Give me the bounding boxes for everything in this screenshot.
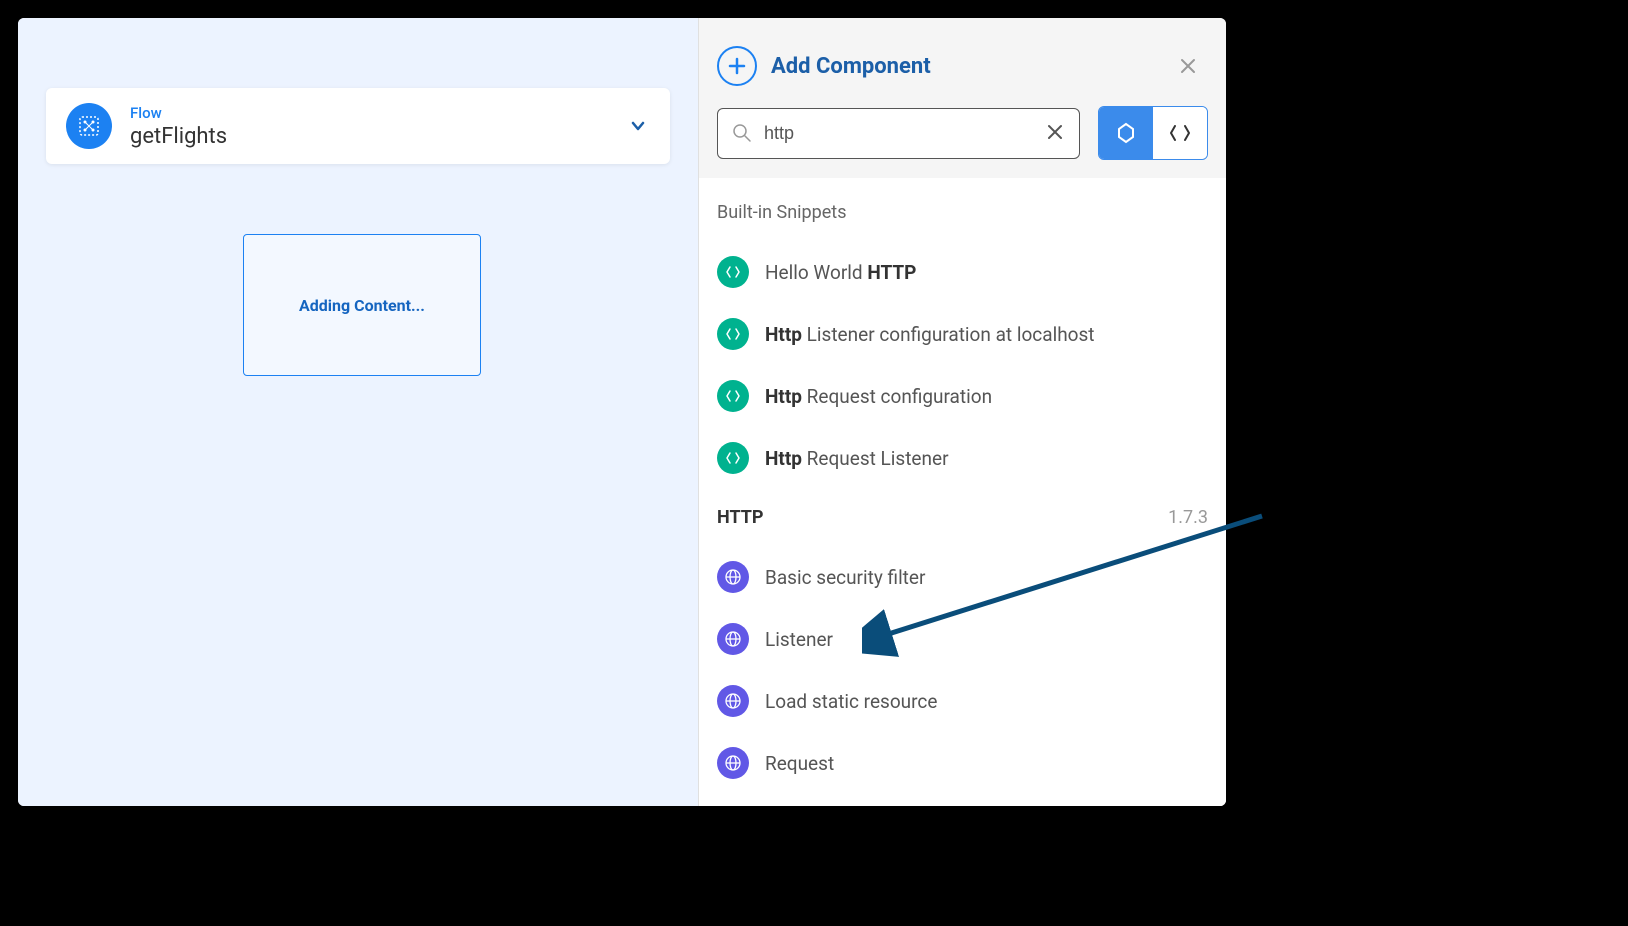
view-toggle (1098, 106, 1208, 160)
connector-version: 1.7.3 (1168, 507, 1208, 528)
snippet-item[interactable]: Http Request configuration (699, 365, 1226, 427)
operation-item-request[interactable]: Request (699, 732, 1226, 794)
flow-name: getFlights (130, 124, 608, 149)
operation-label: Basic security filter (765, 566, 925, 589)
snippet-item[interactable]: Http Request Listener (699, 427, 1226, 489)
operation-item-listener[interactable]: Listener (699, 608, 1226, 670)
search-icon (732, 123, 752, 143)
snippet-label: Http Request configuration (765, 385, 992, 408)
operation-label: Request (765, 752, 834, 775)
snippet-label: Hello World HTTP (765, 261, 916, 284)
globe-icon (717, 747, 749, 779)
clear-search-icon[interactable] (1047, 124, 1065, 142)
panel-title: Add Component (771, 54, 1164, 79)
adding-content-label: Adding Content... (299, 296, 425, 315)
snippets-section-label: Built-in Snippets (699, 198, 1226, 241)
snippet-label: Http Request Listener (765, 447, 949, 470)
globe-icon (717, 685, 749, 717)
flow-card[interactable]: Flow getFlights (46, 88, 670, 164)
adding-content-placeholder[interactable]: Adding Content... (243, 234, 481, 376)
chevron-down-icon[interactable] (626, 114, 650, 138)
search-box[interactable] (717, 108, 1080, 159)
add-component-panel: Add Component (698, 18, 1226, 806)
code-icon (717, 380, 749, 412)
close-icon[interactable] (1178, 56, 1198, 76)
code-icon (717, 318, 749, 350)
flow-icon (66, 103, 112, 149)
panel-header: Add Component (699, 18, 1226, 106)
plus-icon (717, 46, 757, 86)
connector-section-header: HTTP 1.7.3 (699, 489, 1226, 546)
search-input[interactable] (764, 123, 1035, 144)
app-container: Flow getFlights Adding Content... Add Co… (18, 18, 1226, 806)
operation-item-load-static-resource[interactable]: Load static resource (699, 670, 1226, 732)
connector-name: HTTP (717, 507, 764, 528)
toggle-exchange-button[interactable] (1153, 107, 1207, 159)
snippet-label: Http Listener configuration at localhost (765, 323, 1095, 346)
snippet-item[interactable]: Hello World HTTP (699, 241, 1226, 303)
flow-text: Flow getFlights (130, 104, 608, 149)
code-icon (717, 256, 749, 288)
globe-icon (717, 561, 749, 593)
operation-item-basic-security-filter[interactable]: Basic security filter (699, 546, 1226, 608)
canvas-panel: Flow getFlights Adding Content... (18, 18, 698, 806)
results-list: Built-in Snippets Hello World HTTP Http … (699, 178, 1226, 806)
operation-label: Listener (765, 628, 833, 651)
snippet-item[interactable]: Http Listener configuration at localhost (699, 303, 1226, 365)
globe-icon (717, 623, 749, 655)
operation-label: Load static resource (765, 690, 937, 713)
toggle-core-button[interactable] (1099, 107, 1153, 159)
search-row (699, 106, 1226, 178)
code-icon (717, 442, 749, 474)
flow-type-label: Flow (130, 104, 608, 122)
